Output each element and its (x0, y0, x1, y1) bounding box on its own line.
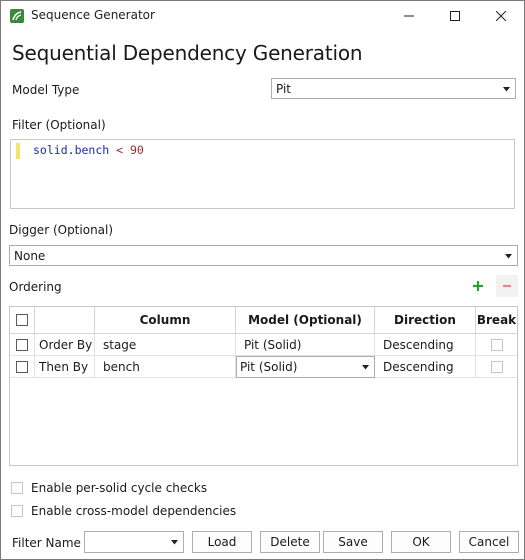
minimize-button[interactable] (386, 1, 432, 31)
delete-button[interactable]: Delete (260, 531, 320, 553)
row-break (476, 334, 517, 356)
add-ordering-button[interactable] (468, 276, 488, 296)
model-header: Model (Optional) (236, 307, 375, 334)
break-checkbox[interactable] (490, 338, 503, 351)
sequence-generator-window: Sequence Generator Sequential Dependency… (0, 0, 525, 560)
chevron-down-icon (505, 254, 512, 259)
line-marker (16, 143, 20, 159)
row-direction[interactable]: Descending (375, 356, 476, 378)
load-button[interactable]: Load (192, 531, 252, 553)
cross-model-option[interactable]: Enable cross-model dependencies (11, 504, 236, 518)
page-title: Sequential Dependency Generation (12, 41, 363, 65)
row-checkbox[interactable] (16, 360, 28, 373)
digger-select[interactable]: None (9, 245, 518, 266)
cross-model-checkbox[interactable] (11, 505, 23, 517)
break-header: Break (476, 307, 517, 334)
close-button[interactable] (478, 1, 524, 31)
break-checkbox[interactable] (490, 360, 503, 373)
maximize-button[interactable] (432, 1, 478, 31)
row-model-value: Pit (Solid) (240, 360, 298, 374)
minus-icon (503, 284, 511, 288)
per-solid-label: Enable per-solid cycle checks (31, 481, 208, 495)
row-direction[interactable]: Descending (375, 334, 476, 356)
select-all-header (10, 307, 35, 334)
digger-value: None (14, 249, 46, 263)
chevron-down-icon (171, 540, 178, 545)
title-bar: Sequence Generator (1, 1, 524, 31)
save-button[interactable]: Save (323, 531, 383, 553)
filter-name-label: Filter Name (12, 536, 81, 550)
model-type-value: Pit (276, 82, 292, 96)
direction-header: Direction (375, 307, 476, 334)
plus-icon (473, 281, 483, 291)
maximize-icon (450, 11, 460, 21)
row-break (476, 356, 517, 378)
filter-name-select[interactable] (84, 531, 184, 553)
filter-editor[interactable]: solid.bench < 90 (10, 139, 515, 209)
model-type-label: Model Type (12, 83, 80, 97)
ordering-label: Ordering (9, 280, 62, 294)
remove-ordering-button[interactable] (496, 275, 518, 297)
row-column[interactable]: bench (95, 356, 236, 378)
app-icon (10, 9, 24, 23)
ordering-grid: Column Model (Optional) Direction Break … (9, 306, 518, 466)
row-column[interactable]: stage (95, 334, 236, 356)
cancel-button[interactable]: Cancel (459, 531, 519, 553)
row-type: Then By (35, 356, 95, 378)
row-model[interactable]: Pit (Solid) (236, 334, 375, 356)
type-header (35, 307, 95, 334)
per-solid-option[interactable]: Enable per-solid cycle checks (11, 481, 207, 495)
chevron-down-icon (362, 365, 369, 370)
digger-label: Digger (Optional) (9, 223, 114, 237)
row-checkbox[interactable] (16, 338, 28, 351)
table-row (10, 356, 35, 378)
filter-code: solid.bench < 90 (33, 143, 144, 157)
window-title: Sequence Generator (31, 8, 155, 22)
row-model-select[interactable]: Pit (Solid) (236, 356, 375, 378)
cross-model-label: Enable cross-model dependencies (31, 504, 237, 518)
close-icon (496, 11, 506, 21)
minimize-icon (404, 15, 414, 17)
per-solid-checkbox[interactable] (11, 482, 23, 494)
table-row (10, 334, 35, 356)
select-all-checkbox[interactable] (16, 314, 28, 326)
column-header: Column (95, 307, 236, 334)
ok-button[interactable]: OK (391, 531, 451, 553)
chevron-down-icon (503, 87, 510, 92)
row-type: Order By (35, 334, 95, 356)
filter-label: Filter (Optional) (12, 118, 106, 132)
model-type-select[interactable]: Pit (271, 78, 516, 99)
